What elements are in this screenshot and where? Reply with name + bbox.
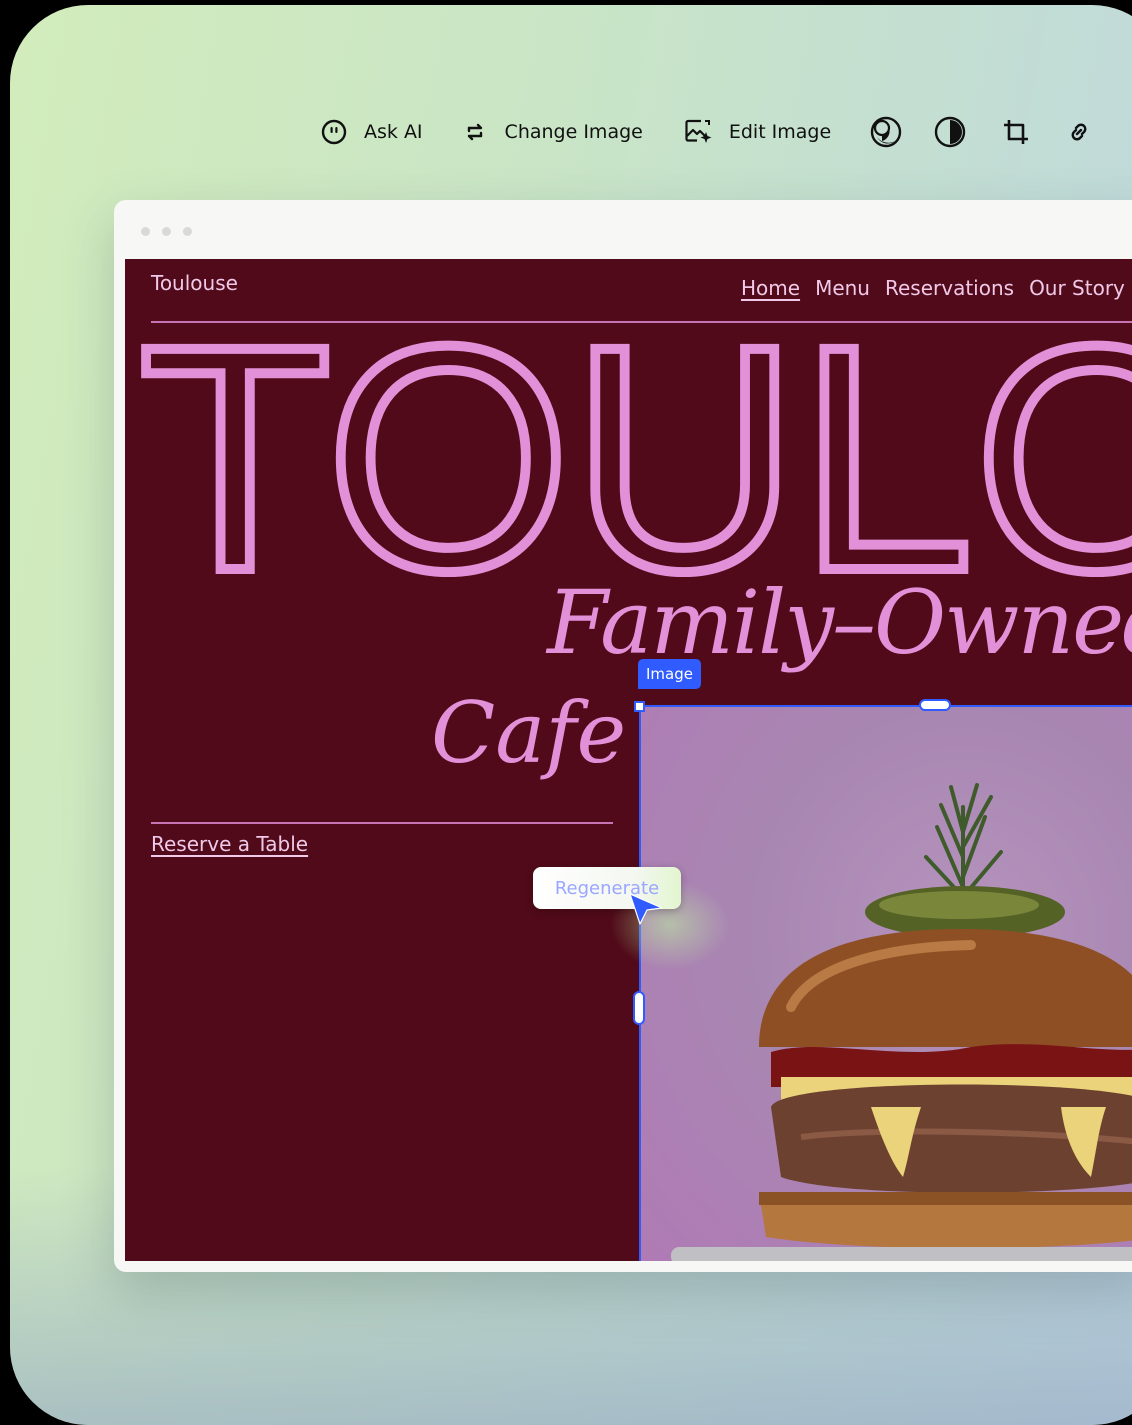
nav-our-story[interactable]: Our Story [1029, 276, 1125, 300]
nav-reservations[interactable]: Reservations [885, 276, 1014, 300]
swap-icon [461, 118, 489, 146]
reserve-table-link[interactable]: Reserve a Table [151, 832, 308, 856]
nav-home[interactable]: Home [741, 276, 800, 300]
crop-button[interactable] [1001, 117, 1031, 147]
change-image-label: Change Image [504, 121, 643, 143]
link-icon [1065, 118, 1093, 146]
nav-menu[interactable]: Menu [815, 276, 870, 300]
hero-tagline-cafe: Cafe [431, 684, 627, 782]
resize-handle-top[interactable] [919, 699, 951, 711]
browser-window: Toulouse Home Menu Reservations Our Stor… [114, 200, 1132, 1272]
ask-ai-button[interactable]: Ask AI [320, 118, 423, 146]
window-dot [141, 227, 150, 236]
window-dot [162, 227, 171, 236]
link-button[interactable] [1065, 118, 1093, 146]
change-image-button[interactable]: Change Image [461, 118, 643, 146]
hero-tagline: Family–Owned B [547, 571, 1132, 674]
filter-button[interactable] [869, 115, 903, 149]
hero-divider [151, 822, 613, 824]
resize-handle-corner[interactable] [634, 701, 645, 712]
contrast-icon [933, 115, 967, 149]
site-logo[interactable]: Toulouse [151, 271, 238, 295]
window-dot [183, 227, 192, 236]
adjust-button[interactable] [933, 115, 967, 149]
burger-illustration [671, 783, 1132, 1261]
crop-icon [1001, 117, 1031, 147]
header-divider [151, 321, 1132, 323]
ask-ai-label: Ask AI [364, 121, 423, 143]
selected-image[interactable] [639, 705, 1132, 1261]
edit-image-label: Edit Image [728, 121, 832, 143]
resize-handle-left[interactable] [633, 991, 645, 1025]
hero-title-text: TOULO [139, 337, 1132, 577]
hero-title: TOULO [134, 337, 1132, 577]
element-type-tag: Image [638, 659, 701, 689]
filter-icon [869, 115, 903, 149]
image-sparkle-icon [683, 117, 713, 147]
website-canvas: Toulouse Home Menu Reservations Our Stor… [125, 259, 1132, 1261]
edit-image-button[interactable]: Edit Image [683, 117, 831, 147]
site-nav: Home Menu Reservations Our Story Co [741, 276, 1132, 300]
cursor-icon [628, 892, 664, 930]
image-toolbar: Ask AI Change Image Edit Image [320, 112, 1093, 152]
smiley-icon [320, 118, 348, 146]
